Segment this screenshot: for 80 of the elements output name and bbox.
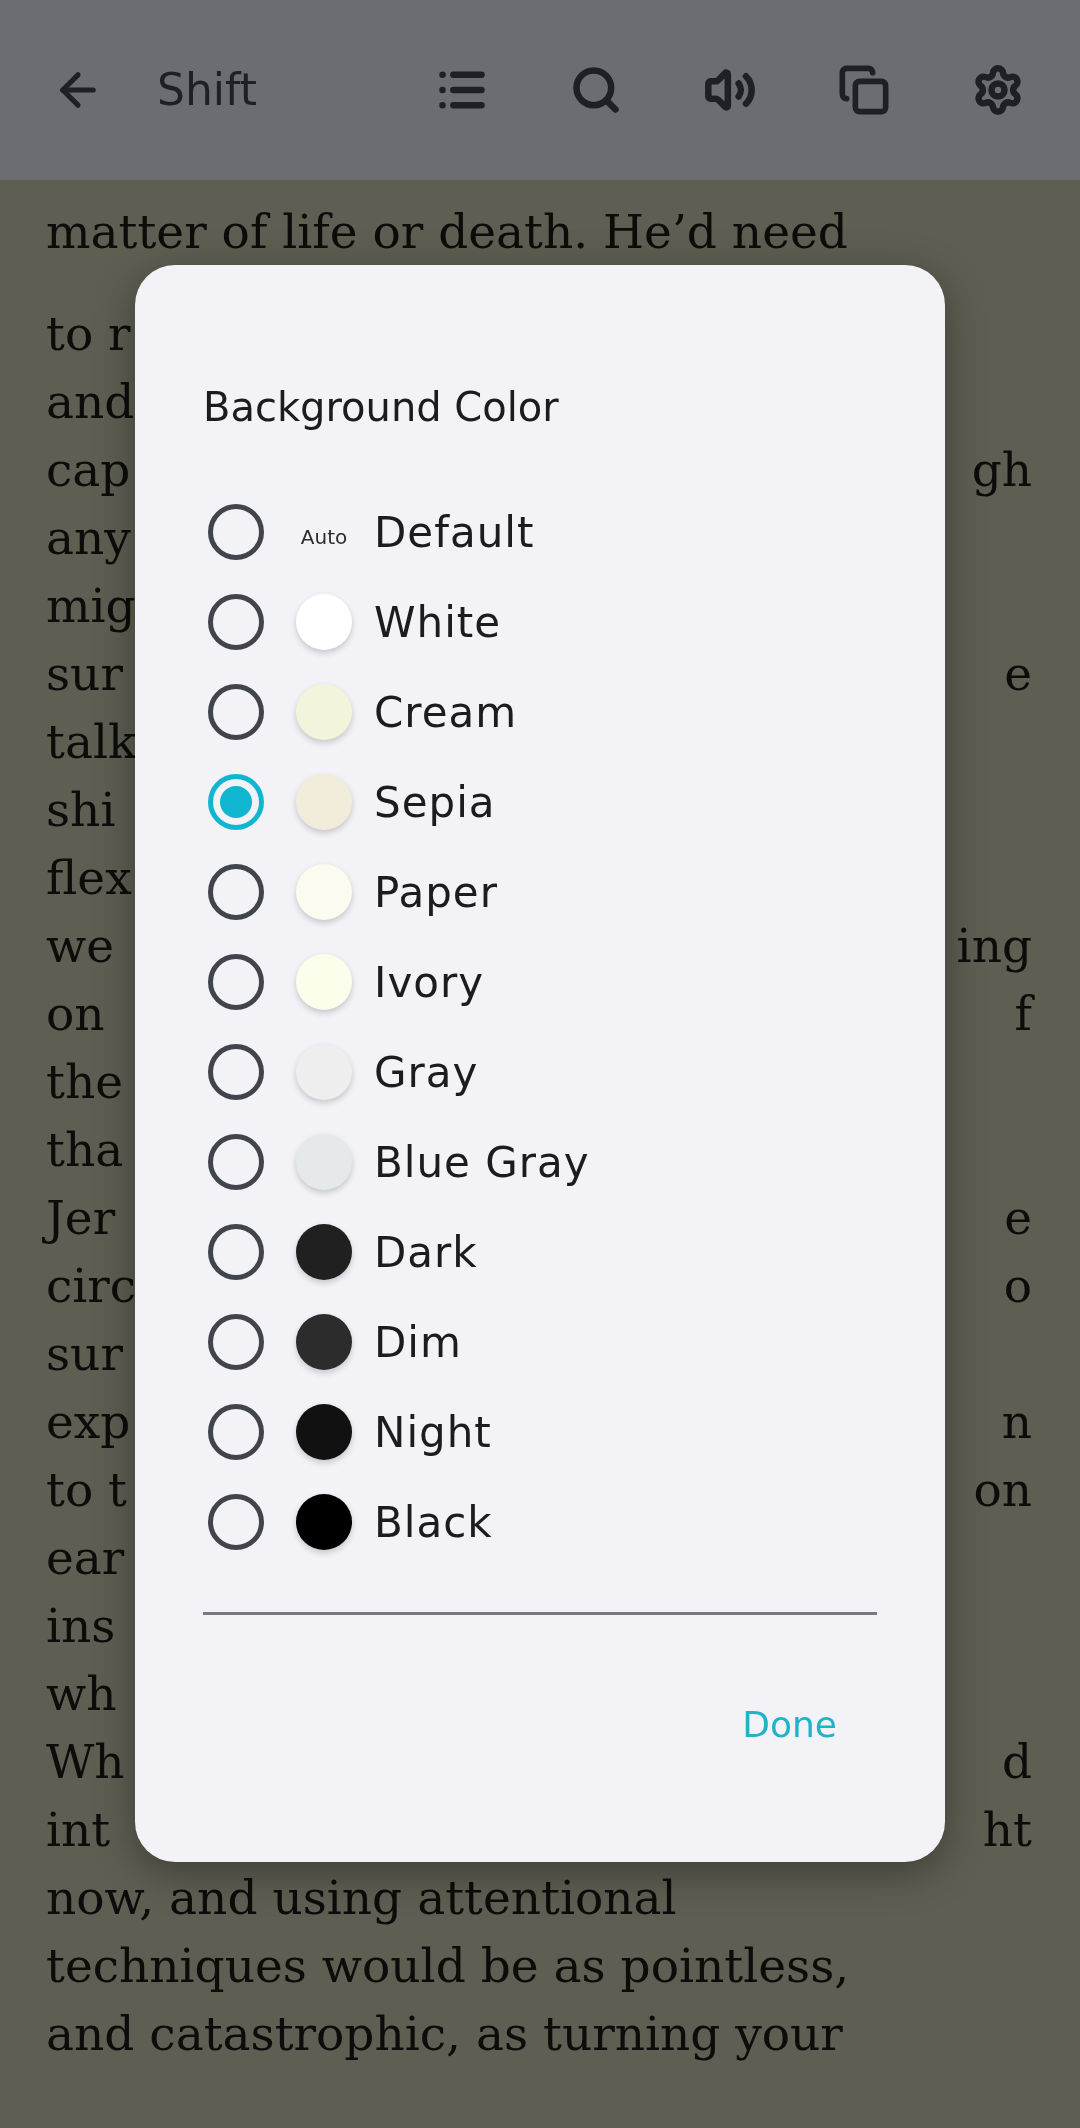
auto-label: Auto — [300, 524, 348, 551]
option-label: Ivory — [374, 956, 485, 1009]
book-text-line: ins — [46, 1597, 116, 1655]
book-text-line: Wh — [46, 1733, 125, 1791]
book-text-line: on — [46, 985, 105, 1043]
radio-button[interactable] — [208, 684, 264, 740]
color-option[interactable]: White — [203, 577, 877, 667]
radio-button[interactable] — [208, 864, 264, 920]
book-text-line: matter of life or death. He’d need — [46, 203, 848, 261]
book-text-line: talk — [46, 713, 137, 771]
book-text-line: shi — [46, 781, 116, 839]
radio-button[interactable] — [208, 1224, 264, 1280]
book-title: Shift — [157, 63, 258, 117]
book-text-line: techniques would be as pointless, — [46, 1937, 850, 1995]
book-text-line: wh — [46, 1665, 117, 1723]
color-option[interactable]: Night — [203, 1387, 877, 1477]
color-option[interactable]: Cream — [203, 667, 877, 757]
option-label: White — [374, 596, 502, 649]
settings-icon — [972, 64, 1024, 116]
color-option[interactable]: Ivory — [203, 937, 877, 1027]
book-text-line: to r — [46, 305, 131, 363]
book-text-line: tha — [46, 1121, 124, 1179]
color-option[interactable]: Dark — [203, 1207, 877, 1297]
settings-button[interactable] — [972, 64, 1024, 116]
color-option[interactable]: Gray — [203, 1027, 877, 1117]
option-label: Paper — [374, 866, 498, 919]
book-text-line: mig — [46, 577, 136, 635]
book-text-line: circ — [46, 1257, 137, 1315]
book-text-line: on — [973, 1461, 1032, 1519]
book-text-line: ing — [956, 917, 1032, 975]
book-text-line: e — [1004, 1189, 1032, 1247]
option-label: Black — [374, 1496, 493, 1549]
radio-button[interactable] — [208, 504, 264, 560]
option-label: Dim — [374, 1316, 462, 1369]
book-text-line: any — [46, 509, 131, 567]
search-icon — [570, 64, 622, 116]
radio-button[interactable] — [208, 774, 264, 830]
color-option[interactable]: Black — [203, 1477, 877, 1567]
option-label: Sepia — [374, 776, 496, 829]
color-option[interactable]: Auto Default — [203, 487, 877, 577]
book-text-line: the — [46, 1053, 123, 1111]
book-text-line: and catastrophic, as turning your — [46, 2005, 843, 2063]
option-label: Night — [374, 1406, 492, 1459]
radio-button[interactable] — [208, 1314, 264, 1370]
book-text-line: and — [46, 373, 135, 431]
book-text-line: sur — [46, 645, 123, 703]
option-label: Gray — [374, 1046, 479, 1099]
radio-button[interactable] — [208, 594, 264, 650]
book-text-line: gh — [971, 441, 1032, 499]
book-text-line: d — [1001, 1733, 1032, 1791]
book-text-line: sur — [46, 1325, 123, 1383]
book-text-line: ear — [46, 1529, 125, 1587]
book-text-line: exp — [46, 1393, 131, 1451]
radio-button[interactable] — [208, 1134, 264, 1190]
option-label: Dark — [374, 1226, 478, 1279]
book-text-line: n — [1001, 1393, 1032, 1451]
book-text-line: flex — [46, 849, 132, 907]
copy-icon — [838, 64, 890, 116]
radio-button[interactable] — [208, 954, 264, 1010]
color-option[interactable]: Sepia — [203, 757, 877, 847]
book-text-line: now, and using attentional — [46, 1869, 677, 1927]
book-text-line: int — [46, 1801, 111, 1859]
dialog-title: Background Color — [203, 383, 560, 431]
radio-button[interactable] — [208, 1494, 264, 1550]
radio-button[interactable] — [208, 1044, 264, 1100]
book-text-line: to t — [46, 1461, 127, 1519]
book-text-line: e — [1004, 645, 1032, 703]
option-label: Cream — [374, 686, 518, 739]
search-button[interactable] — [570, 64, 622, 116]
color-option[interactable]: Paper — [203, 847, 877, 937]
option-label: Blue Gray — [374, 1136, 590, 1189]
book-text-line: o — [1003, 1257, 1032, 1315]
copy-button[interactable] — [838, 64, 890, 116]
color-option[interactable]: Blue Gray — [203, 1117, 877, 1207]
radio-button[interactable] — [208, 1404, 264, 1460]
book-text-line: cap — [46, 441, 131, 499]
option-label: Default — [374, 506, 535, 559]
book-text-line: ht — [982, 1801, 1032, 1859]
color-option[interactable]: Dim — [203, 1297, 877, 1387]
book-text-line: we — [46, 917, 115, 975]
